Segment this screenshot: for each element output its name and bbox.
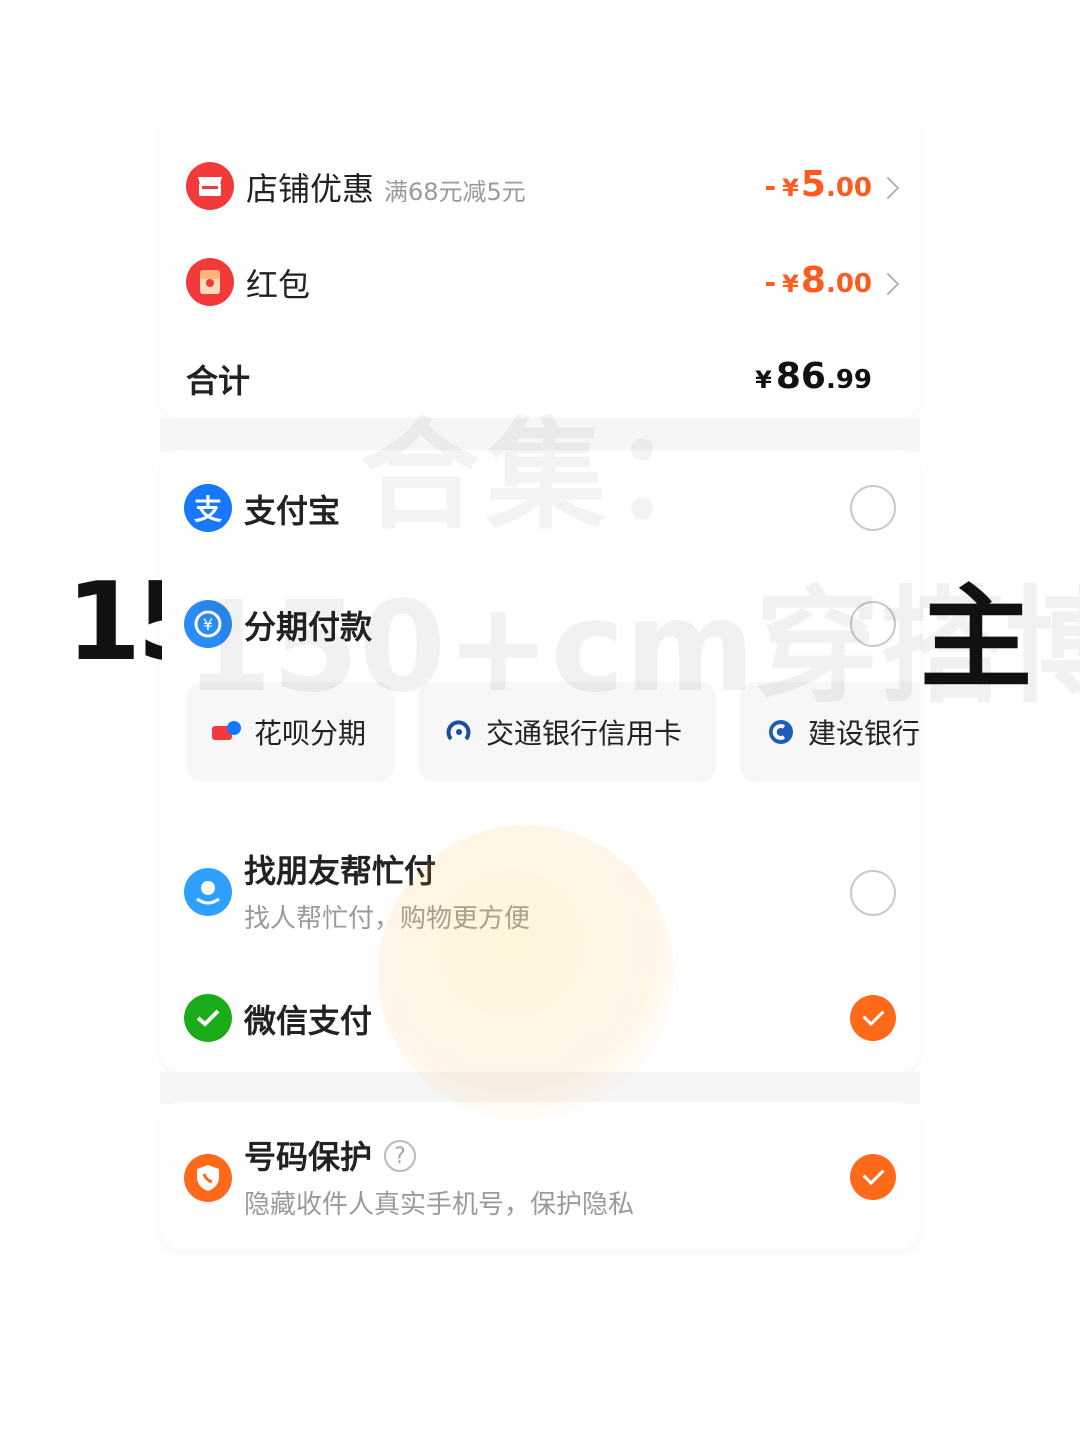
- alipay-label: 支付宝: [244, 492, 341, 530]
- overlay-text-right: 主: [920, 574, 1032, 704]
- red-packet-amount: - ¥ 8 .00: [764, 260, 872, 301]
- total-amount: ¥ 86 .99: [755, 356, 872, 397]
- red-packet-icon: [186, 258, 234, 306]
- help-icon[interactable]: ?: [384, 1140, 416, 1172]
- shop-discount-row[interactable]: 店铺优惠 满68元减5元 - ¥ 5 .00: [160, 160, 920, 212]
- shop-discount-note: 满68元减5元: [384, 178, 526, 206]
- order-payment-screen: 店铺优惠 满68元减5元 - ¥ 5 .00 红包 - ¥ 8 .00 合计 ¥…: [0, 0, 1080, 1440]
- watermark-text: 合集：: [360, 378, 738, 552]
- watermark-emoji: [378, 825, 674, 1121]
- wechat-pay-label: 微信支付: [244, 1002, 373, 1040]
- phone-shield-icon: [184, 1154, 232, 1202]
- alipay-icon: 支: [184, 484, 232, 532]
- number-protection-radio-checked[interactable]: [850, 1154, 896, 1200]
- red-packet-row[interactable]: 红包 - ¥ 8 .00: [160, 256, 920, 308]
- order-summary-card: 店铺优惠 满68元减5元 - ¥ 5 .00 红包 - ¥ 8 .00 合计 ¥…: [160, 120, 920, 420]
- shop-discount-label: 店铺优惠: [246, 170, 375, 208]
- friend-pay-radio[interactable]: [850, 870, 896, 916]
- number-protection-label: 号码保护: [244, 1138, 373, 1176]
- overlay-text-left: 15: [66, 560, 162, 685]
- wechat-pay-radio-checked[interactable]: [850, 995, 896, 1041]
- number-protection-row[interactable]: 号码保护 ? 隐藏收件人真实手机号，保护隐私: [160, 1132, 920, 1232]
- shop-discount-amount: - ¥ 5 .00: [764, 164, 872, 205]
- chevron-right-icon: [876, 176, 900, 200]
- alipay-radio[interactable]: [850, 485, 896, 531]
- wechat-pay-icon: [184, 994, 232, 1042]
- friend-pay-icon: [184, 868, 232, 916]
- red-packet-label: 红包: [246, 266, 311, 304]
- number-protection-sub: 隐藏收件人真实手机号，保护隐私: [244, 1190, 635, 1220]
- shop-icon: [186, 162, 234, 210]
- chevron-right-icon: [876, 272, 900, 296]
- total-label: 合计: [186, 362, 251, 400]
- number-protection-card: 号码保护 ? 隐藏收件人真实手机号，保护隐私: [160, 1102, 920, 1250]
